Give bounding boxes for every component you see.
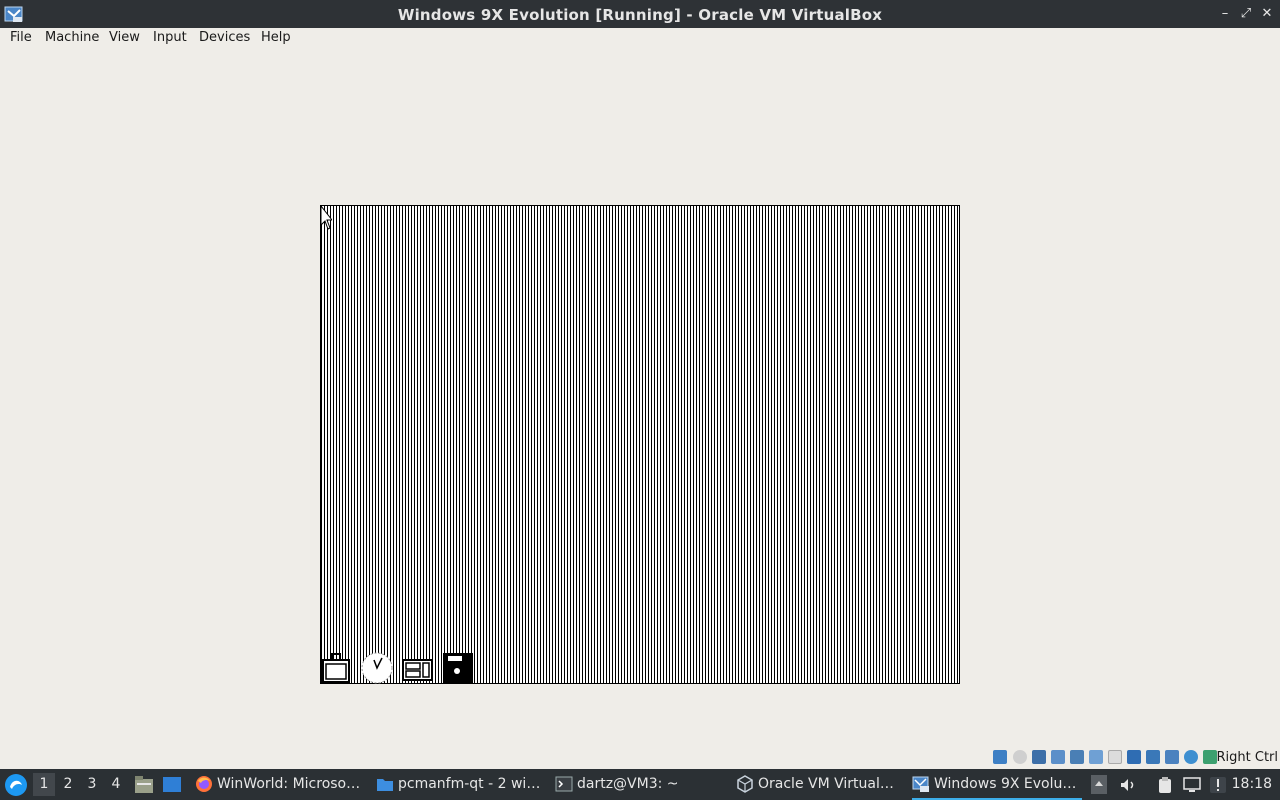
keyboard-icon[interactable] [1203,750,1217,764]
tray-arrow-icon[interactable] [1091,775,1107,794]
mouse-cursor-icon [320,205,332,230]
vm-window-icon [912,776,929,792]
close-button[interactable]: ✕ [1258,5,1276,23]
menu-bar: File Machine View Input Devices Help [0,28,1280,48]
network-tray-icon[interactable] [1183,776,1201,794]
minimize-button[interactable]: – [1216,5,1234,23]
display-icon[interactable] [1127,750,1141,764]
notification-icon[interactable] [1209,776,1227,794]
floppy-icon[interactable] [1032,750,1046,764]
menu-devices[interactable]: Devices [199,30,250,45]
vm-display-area[interactable] [0,48,1280,745]
start-menu-icon[interactable] [4,773,28,797]
desktop-2[interactable]: 2 [57,773,79,796]
usb-icon[interactable] [1089,750,1103,764]
taskbar: 1 2 3 4 WinWorld: Microso… pcmanfm-qt - … [0,769,1280,800]
video-capture-icon[interactable] [1146,750,1160,764]
clock-icon[interactable] [360,652,396,684]
audio-icon[interactable] [1051,750,1065,764]
task-windows-9x-evolution[interactable]: Windows 9X Evolu… [912,769,1082,800]
cabinet-icon[interactable] [402,652,434,684]
briefcase-icon[interactable] [322,652,352,684]
virtualbox-icon [737,775,753,793]
optical-drive-icon[interactable] [1013,750,1027,764]
vm-guest-screen[interactable] [320,205,960,684]
task-pcmanfm[interactable]: pcmanfm-qt - 2 wi… [376,769,546,800]
menu-help[interactable]: Help [261,30,291,45]
mouse-integration-icon[interactable] [1184,750,1198,764]
task-terminal[interactable]: dartz@VM3: ~ [555,769,725,800]
shared-folders-icon[interactable] [1108,750,1122,764]
task-virtualbox-manager[interactable]: Oracle VM Virtual… [736,769,904,800]
cpu-icon[interactable] [1165,750,1179,764]
task-label: Windows 9X Evolu… [934,776,1077,792]
folder-icon [377,779,393,791]
task-label: pcmanfm-qt - 2 wi… [398,776,541,792]
menu-input[interactable]: Input [153,30,187,45]
task-winworld[interactable]: WinWorld: Microso… [195,769,367,800]
desktop-1[interactable]: 1 [33,773,55,796]
task-label: WinWorld: Microso… [217,776,361,792]
firefox-icon [196,776,212,792]
menu-machine[interactable]: Machine [45,30,99,45]
menu-view[interactable]: View [109,30,140,45]
window-titlebar[interactable]: Windows 9X Evolution [Running] - Oracle … [0,0,1280,28]
network-icon[interactable] [1070,750,1084,764]
volume-icon[interactable] [1119,776,1137,794]
show-desktop-icon[interactable] [162,775,182,794]
vm-status-bar: Right Ctrl [0,745,1280,769]
desktop-4[interactable]: 4 [105,773,127,796]
menu-file[interactable]: File [10,30,32,45]
hard-disk-icon[interactable] [993,750,1007,764]
clipboard-icon[interactable] [1156,776,1174,794]
file-manager-quicklaunch-icon[interactable] [134,775,154,794]
task-label: dartz@VM3: ~ [577,776,679,792]
task-label: Oracle VM Virtual… [758,776,894,792]
host-key-label: Right Ctrl [1216,750,1279,765]
window-title: Windows 9X Evolution [Running] - Oracle … [397,6,883,24]
maximize-button[interactable]: ⤢ [1237,5,1255,23]
desktop-3[interactable]: 3 [81,773,103,796]
disk-icon[interactable] [442,652,474,684]
terminal-icon [555,776,573,792]
clock[interactable]: 18:18 [1232,769,1272,800]
